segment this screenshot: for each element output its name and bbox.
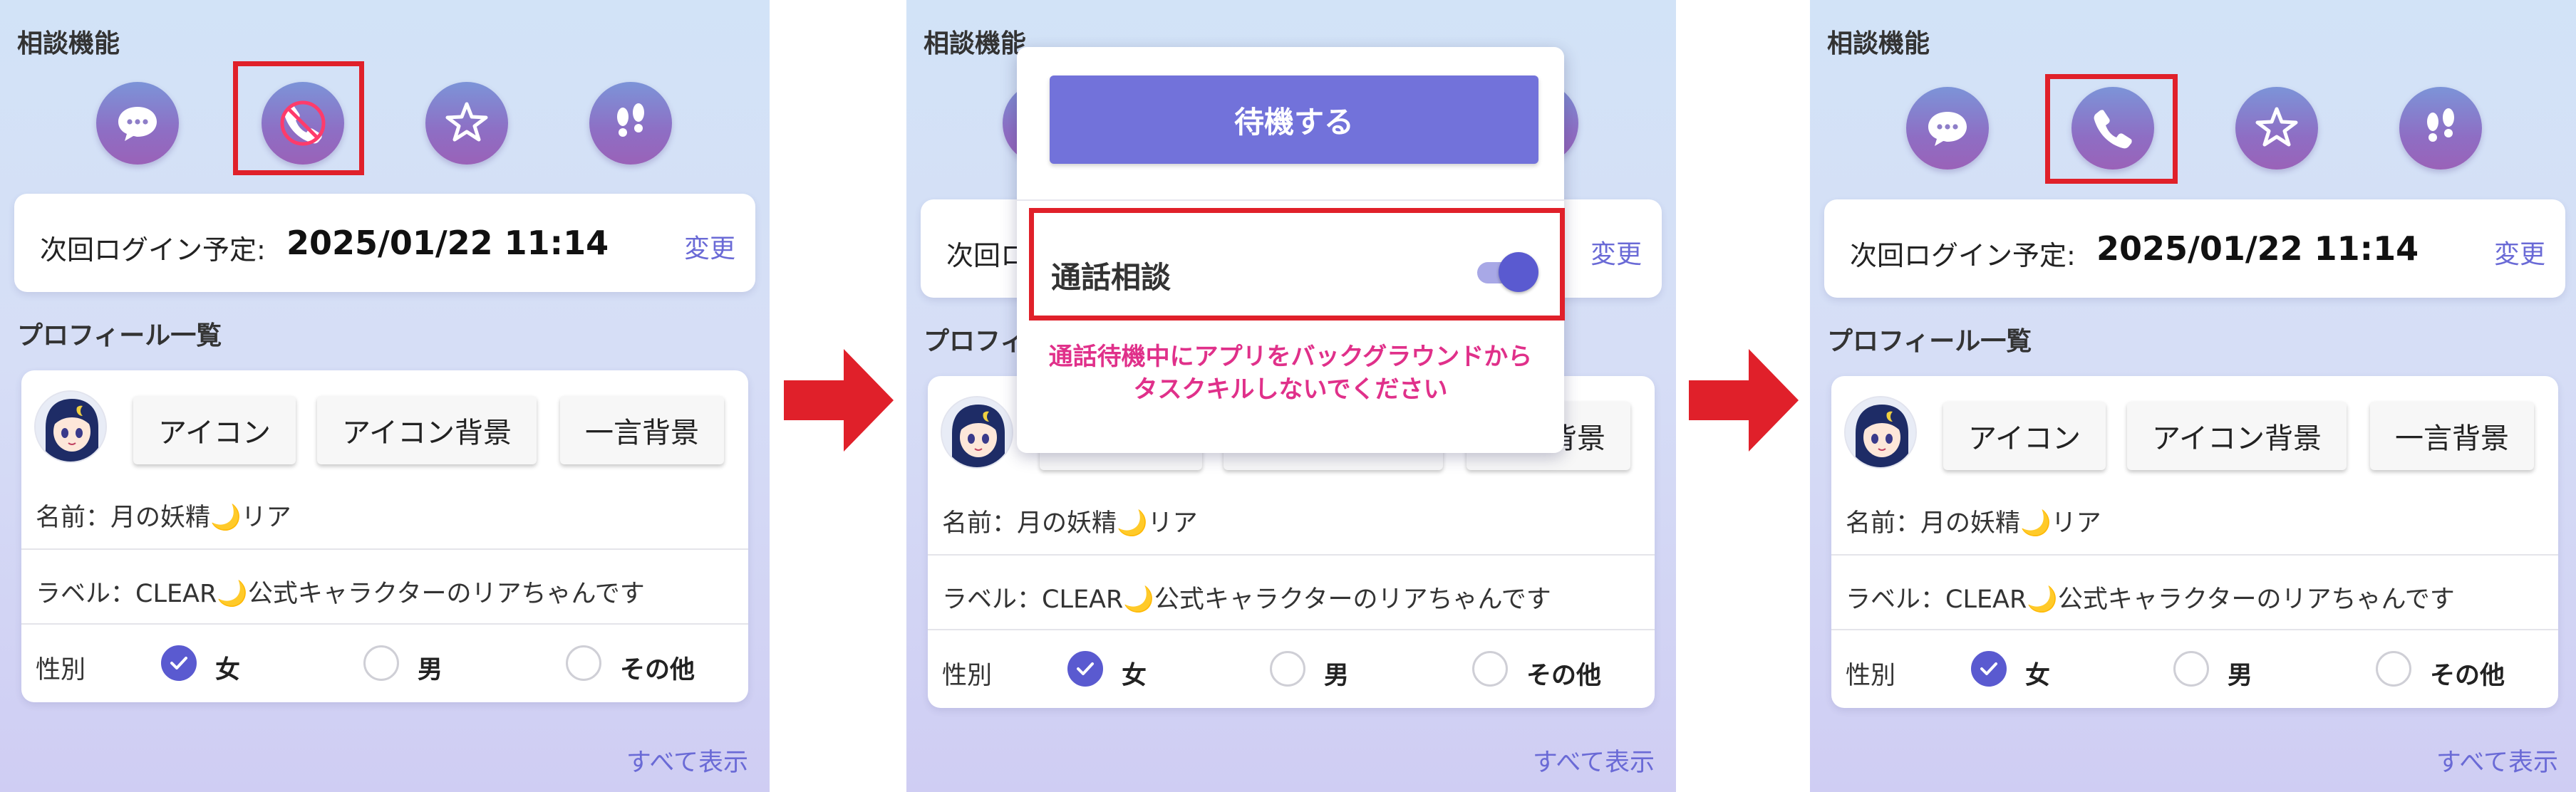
gender-option-female: 女	[215, 656, 241, 684]
gender-option-female: 女	[1122, 662, 1147, 690]
arrow-right-icon	[1689, 349, 1799, 452]
see-all-link[interactable]: すべて表示	[1533, 742, 1655, 778]
gender-radio-male[interactable]	[2173, 651, 2209, 687]
profile-label: ラベル：CLEAR🌙公式キャラクターのリアちゃんです	[942, 585, 1551, 614]
call-standby-popup: 待機する 通話相談 通話待機中にアプリをバックグラウンドからタスクキルしないでく…	[1017, 47, 1565, 453]
footprints-icon	[606, 98, 656, 148]
background-kill-warning: 通話待機中にアプリをバックグラウンドからタスクキルしないでください	[1048, 343, 1533, 404]
see-all-link[interactable]: すべて表示	[626, 742, 748, 778]
arrow-right-icon	[784, 349, 894, 452]
gender-radio-male[interactable]	[363, 645, 399, 681]
gender-option-female: 女	[2025, 662, 2051, 690]
avatar[interactable]	[941, 396, 1013, 469]
message-background-button[interactable]: 一言背景	[2370, 402, 2534, 470]
gender-radio-female[interactable]	[1067, 651, 1103, 687]
gender-radio-other[interactable]	[2376, 651, 2411, 687]
profile-label: ラベル：CLEAR🌙公式キャラクターのリアちゃんです	[36, 580, 645, 608]
check-icon	[167, 652, 190, 674]
favorite-button[interactable]	[2235, 87, 2318, 170]
next-login-date: 2025/01/22 11:14	[286, 224, 609, 262]
check-icon	[1074, 657, 1097, 680]
gender-option-other: その他	[2430, 662, 2505, 690]
avatar[interactable]	[34, 390, 107, 463]
divider	[928, 629, 1655, 630]
avatar[interactable]	[1844, 396, 1917, 469]
call-icon-highlight	[2045, 74, 2178, 184]
gender-label: 性別	[1846, 662, 1896, 690]
screen-after: 相談機能 次回ログイン予定: 2025/01/22 11:14 変更 プロフィー…	[1810, 0, 2576, 792]
divider	[1831, 629, 2558, 630]
call-icon-highlight	[233, 61, 364, 175]
chat-button[interactable]	[1906, 87, 1989, 170]
icon-background-button[interactable]: アイコン背景	[2127, 402, 2347, 470]
gender-label: 性別	[36, 656, 86, 684]
see-all-link[interactable]: すべて表示	[2436, 742, 2558, 778]
icon-background-button[interactable]: アイコン背景	[317, 396, 537, 464]
gender-radio-male[interactable]	[1270, 651, 1305, 687]
gender-option-male: 男	[2228, 662, 2253, 690]
profile-name: 名前：月の妖精🌙リア	[36, 504, 291, 532]
footprints-button[interactable]	[2399, 87, 2482, 170]
gender-option-other: その他	[1526, 662, 1602, 690]
screen-popup: 相談機能 次回ログイン予定: 2025/01/22 11:14 変更 プロフィー…	[906, 0, 1676, 792]
profile-name: 名前：月の妖精🌙リア	[1846, 509, 2101, 538]
standby-button[interactable]: 待機する	[1050, 75, 1538, 164]
divider	[1017, 199, 1564, 201]
gender-radio-female[interactable]	[1971, 651, 2007, 687]
profile-name: 名前：月の妖精🌙リア	[942, 509, 1198, 538]
chat-bubble-icon	[1923, 103, 1972, 153]
divider	[21, 623, 748, 625]
next-login-label: 次回ログイン予定:	[1850, 240, 2076, 271]
next-login-date: 2025/01/22 11:14	[2096, 229, 2419, 268]
next-login-card: 次回ログイン予定: 2025/01/22 11:14 変更	[1824, 199, 2565, 298]
divider	[1831, 554, 2558, 556]
profile-card: アイコン アイコン背景 一言背景 名前：月の妖精🌙リア ラベル：CLEAR🌙公式…	[21, 370, 748, 702]
chat-button[interactable]	[96, 82, 179, 165]
icon-button[interactable]: アイコン	[1943, 402, 2106, 470]
gender-radio-other[interactable]	[566, 645, 601, 681]
change-login-link[interactable]: 変更	[2494, 234, 2545, 271]
change-login-link[interactable]: 変更	[1590, 234, 1642, 271]
screen-before: 相談機能 次回ログイン予定: 2025/01/22 11:14 変更 プロフィー…	[0, 0, 770, 792]
divider	[928, 554, 1655, 556]
gender-option-other: その他	[620, 656, 695, 684]
profile-section-title: プロフィール一覧	[1827, 327, 2032, 356]
message-background-button[interactable]: 一言背景	[560, 396, 724, 464]
footprints-icon	[2416, 103, 2466, 153]
change-login-link[interactable]: 変更	[684, 228, 735, 265]
star-icon	[2252, 103, 2302, 153]
next-login-label: 次回ログイン予定:	[40, 234, 266, 266]
avatar-image	[942, 397, 1013, 469]
gender-label: 性別	[942, 662, 993, 690]
gender-option-male: 男	[1324, 662, 1350, 690]
call-consult-highlight	[1029, 208, 1565, 321]
chat-bubble-icon	[113, 98, 162, 148]
profile-label: ラベル：CLEAR🌙公式キャラクターのリアちゃんです	[1846, 585, 2455, 614]
check-icon	[1977, 657, 2000, 680]
next-login-card: 次回ログイン予定: 2025/01/22 11:14 変更	[14, 194, 755, 292]
favorite-button[interactable]	[425, 82, 508, 165]
gender-radio-other[interactable]	[1472, 651, 1508, 687]
consult-section-title: 相談機能	[924, 29, 1027, 58]
gender-radio-female[interactable]	[161, 645, 197, 681]
consult-section-title: 相談機能	[17, 29, 120, 58]
profile-card: アイコン アイコン背景 一言背景 名前：月の妖精🌙リア ラベル：CLEAR🌙公式…	[1831, 376, 2558, 708]
avatar-image	[36, 392, 107, 463]
profile-section-title: プロフィール一覧	[17, 321, 222, 350]
star-icon	[442, 98, 492, 148]
gender-option-male: 男	[418, 656, 443, 684]
footprints-button[interactable]	[589, 82, 672, 165]
icon-button[interactable]: アイコン	[133, 396, 296, 464]
divider	[21, 548, 748, 550]
avatar-image	[1846, 397, 1917, 469]
consult-section-title: 相談機能	[1827, 29, 1930, 58]
